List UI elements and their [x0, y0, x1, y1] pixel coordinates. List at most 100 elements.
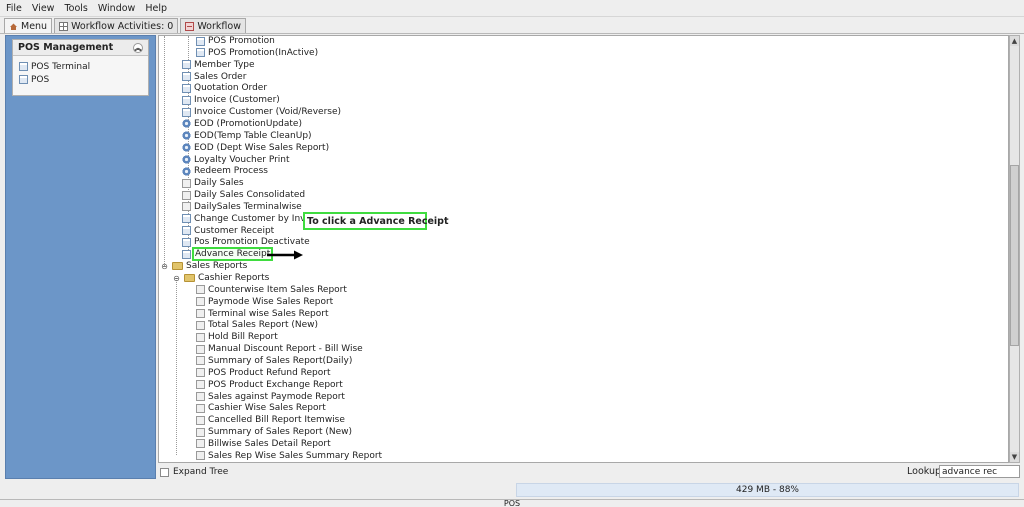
- home-icon: [9, 22, 18, 31]
- pos-management-box: POS Management ︽ POS Terminal POS: [12, 39, 149, 96]
- tree-item-label: Summary of Sales Report(Daily): [208, 355, 353, 366]
- tree-item[interactable]: Paymode Wise Sales Report: [196, 296, 333, 308]
- annotation-callout: To click a Advance Receipt: [303, 212, 449, 230]
- scroll-thumb[interactable]: [1010, 165, 1019, 346]
- process-icon: [182, 119, 191, 129]
- report-icon: [196, 309, 205, 319]
- menu-help[interactable]: Help: [145, 3, 167, 14]
- report-icon: [196, 439, 205, 449]
- tree-item[interactable]: Pos Promotion Deactivate: [182, 236, 310, 248]
- collapse-icon[interactable]: ︽: [133, 42, 143, 53]
- tab-menu[interactable]: Menu: [4, 18, 53, 33]
- tab-bar: Menu Workflow Activities: 0 Workflow: [0, 17, 1024, 34]
- process-icon: [182, 166, 191, 176]
- tree-item[interactable]: Redeem Process: [182, 165, 268, 177]
- document-icon: [182, 237, 191, 247]
- report-icon: [196, 285, 205, 295]
- lookup-label: Lookup: [907, 466, 942, 477]
- report-icon: [182, 178, 191, 188]
- left-item-pos[interactable]: POS: [13, 73, 148, 86]
- tree-item[interactable]: ⊖ Cashier Reports: [172, 272, 269, 284]
- tree-item[interactable]: Quotation Order: [182, 82, 267, 94]
- menu-bar: File View Tools Window Help: [0, 0, 1024, 17]
- left-item-pos-terminal[interactable]: POS Terminal: [13, 60, 148, 73]
- report-icon: [182, 202, 191, 212]
- lookup-input[interactable]: [939, 465, 1020, 478]
- tab-workflow[interactable]: Workflow: [180, 18, 246, 33]
- scroll-down-icon[interactable]: ▼: [1010, 452, 1019, 462]
- report-icon: [196, 368, 205, 378]
- tree-item-label: Billwise Sales Detail Report: [208, 438, 331, 449]
- folder-open-icon: [172, 262, 183, 271]
- tree-item[interactable]: Manual Discount Report - Bill Wise: [196, 343, 363, 355]
- report-icon: [196, 356, 205, 366]
- left-item-label: POS Terminal: [31, 61, 91, 72]
- report-icon: [196, 380, 205, 390]
- tree-item[interactable]: Cashier Wise Sales Report: [196, 402, 326, 414]
- tree-item[interactable]: POS Product Exchange Report: [196, 379, 343, 391]
- tree-item[interactable]: Invoice (Customer): [182, 94, 280, 106]
- tree-item[interactable]: Terminal wise Sales Report: [196, 308, 329, 320]
- document-icon: [19, 62, 28, 71]
- tree-item-label: EOD (Dept Wise Sales Report): [194, 142, 330, 153]
- tree-item-label: EOD(Temp Table CleanUp): [194, 130, 312, 141]
- status-bar: POS: [0, 499, 1024, 507]
- tree-item-label: POS Promotion: [208, 36, 275, 46]
- tree-item[interactable]: EOD(Temp Table CleanUp): [182, 130, 312, 142]
- tree-item-label: Terminal wise Sales Report: [208, 308, 329, 319]
- tree-item-label: Total Sales Report (New): [208, 320, 319, 331]
- tree-item-label: Cashier Wise Sales Report: [208, 403, 326, 414]
- tree-item[interactable]: ⊖ Sales Reports: [160, 260, 247, 272]
- tree-item[interactable]: Sales Order: [182, 71, 246, 83]
- tree-item[interactable]: Counterwise Item Sales Report: [196, 284, 347, 296]
- menu-view[interactable]: View: [32, 3, 55, 14]
- tree-item-label: EOD (PromotionUpdate): [194, 118, 302, 129]
- tree-item[interactable]: Hold Bill Report: [196, 331, 278, 343]
- tree-item-label: Customer Receipt: [194, 225, 275, 236]
- collapse-toggle-icon[interactable]: ⊖: [172, 274, 181, 283]
- tree-item[interactable]: Customer Receipt: [182, 225, 274, 237]
- report-icon: [196, 451, 205, 461]
- tab-workflow-activities[interactable]: Workflow Activities: 0: [54, 18, 179, 33]
- tree-item-label: DailySales Terminalwise: [194, 201, 302, 212]
- tree-item-label: Loyalty Voucher Print: [194, 154, 290, 165]
- tree-item[interactable]: POS Product Refund Report: [196, 367, 331, 379]
- annotation-arrow-icon: [267, 250, 303, 260]
- tree-item[interactable]: Loyalty Voucher Print: [182, 154, 290, 166]
- expand-tree-checkbox[interactable]: [160, 467, 169, 477]
- tree-vertical-scrollbar[interactable]: ▲ ▼: [1009, 35, 1020, 463]
- tree-item[interactable]: POS Promotion(InActive): [196, 47, 318, 59]
- tree-item-label: Quotation Order: [194, 83, 268, 94]
- workflow-icon: [185, 21, 195, 31]
- tree-item[interactable]: POS Promotion: [196, 36, 275, 47]
- tree-item[interactable]: Summary of Sales Report(Daily): [196, 355, 352, 367]
- tree-item[interactable]: EOD (Dept Wise Sales Report): [182, 142, 329, 154]
- tree-item[interactable]: Total Sales Report (New): [196, 319, 318, 331]
- tree-item[interactable]: Daily Sales: [182, 177, 244, 189]
- menu-file[interactable]: File: [6, 3, 22, 14]
- tree-item[interactable]: Sales Rep Wise Sales Summary Report: [196, 450, 382, 462]
- scroll-up-icon[interactable]: ▲: [1010, 36, 1019, 46]
- tree-item[interactable]: Member Type: [182, 59, 255, 71]
- tree-item-label: Paymode Wise Sales Report: [208, 296, 334, 307]
- tree-item[interactable]: Cancelled Bill Report Itemwise: [196, 414, 345, 426]
- tree-item[interactable]: EOD (PromotionUpdate): [182, 118, 302, 130]
- tree-item[interactable]: Billwise Sales Detail Report: [196, 438, 331, 450]
- tree-item[interactable]: Invoice Customer (Void/Reverse): [182, 106, 341, 118]
- report-icon: [196, 403, 205, 413]
- process-icon: [182, 131, 191, 141]
- memory-text: 429 MB - 88%: [736, 485, 799, 495]
- report-icon: [196, 297, 205, 307]
- tree-item-advance-receipt[interactable]: Advance Receipt: [182, 247, 274, 262]
- tree-item-label: Invoice (Customer): [194, 95, 280, 106]
- memory-indicator[interactable]: 429 MB - 88%: [516, 483, 1019, 497]
- tree-item[interactable]: DailySales Terminalwise: [182, 201, 302, 213]
- menu-tools[interactable]: Tools: [64, 3, 87, 14]
- tree-item[interactable]: Summary of Sales Report (New): [196, 426, 352, 438]
- report-icon: [196, 332, 205, 342]
- menu-window[interactable]: Window: [98, 3, 135, 14]
- tree-item[interactable]: Daily Sales Consolidated: [182, 189, 305, 201]
- collapse-toggle-icon[interactable]: ⊖: [160, 262, 169, 271]
- tab-menu-label: Menu: [21, 20, 48, 32]
- tree-item[interactable]: Sales against Paymode Report: [196, 391, 345, 403]
